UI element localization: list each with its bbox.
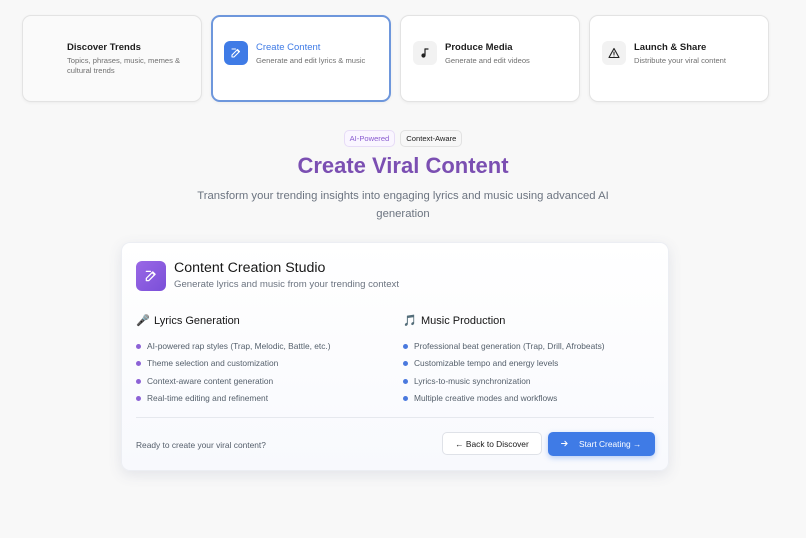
context-aware-badge: Context-Aware — [400, 130, 463, 147]
feature-text: Multiple creative modes and workflows — [414, 392, 558, 403]
app-root: Discover Trends Topics, phrases, music, … — [0, 0, 806, 538]
list-item: Theme selection and customization — [136, 355, 386, 372]
music-notes-icon: 🎵 — [403, 315, 417, 327]
step-produce-media[interactable]: Produce Media Generate and edit videos — [400, 15, 580, 102]
step-description: Generate and edit lyrics & music — [256, 56, 366, 65]
step-discover-trends[interactable]: Discover Trends Topics, phrases, music, … — [22, 15, 202, 102]
step-description: Distribute your viral content — [634, 56, 727, 65]
bullet-icon — [136, 344, 141, 350]
list-item: AI-powered rap styles (Trap, Melodic, Ba… — [136, 338, 386, 355]
list-item: Real-time editing and refinement — [136, 390, 386, 407]
section-title: Lyrics Generation — [154, 315, 240, 327]
feature-text: Professional beat generation (Trap, Dril… — [414, 341, 605, 351]
step-icon-placeholder — [35, 41, 59, 65]
studio-subtitle: Generate lyrics and music from your tren… — [174, 279, 400, 290]
workflow-steps: Discover Trends Topics, phrases, music, … — [22, 15, 769, 102]
bullet-icon — [136, 396, 141, 402]
step-title: Produce Media — [445, 42, 513, 53]
back-button-label: ← Back to Discover — [455, 438, 529, 449]
warning-triangle-icon — [602, 41, 626, 65]
arrow-right-icon — [560, 439, 569, 450]
feature-text: Context-aware content generation — [147, 375, 274, 386]
feature-text: Customizable tempo and energy levels — [414, 358, 559, 369]
bullet-icon — [403, 344, 408, 350]
bullet-icon — [403, 361, 408, 367]
ai-powered-badge: AI-Powered — [343, 130, 396, 147]
microphone-icon: 🎤 — [136, 315, 150, 327]
feature-text: Real-time editing and refinement — [147, 392, 269, 403]
step-title: Launch & Share — [634, 42, 707, 53]
step-create-content[interactable]: Create Content Generate and edit lyrics … — [211, 15, 391, 102]
music-note-icon — [413, 41, 437, 65]
divider — [136, 417, 654, 418]
list-item: Context-aware content generation — [136, 373, 386, 390]
feature-text: AI-powered rap styles (Trap, Melodic, Ba… — [147, 341, 331, 351]
step-title: Discover Trends — [67, 42, 141, 53]
bullet-icon — [136, 378, 141, 384]
edit-icon — [224, 41, 248, 65]
music-production-section: 🎵 Music Production Professional beat gen… — [403, 314, 653, 407]
ready-prompt-text: Ready to create your viral content? — [136, 440, 266, 450]
lyrics-generation-section: 🎤 Lyrics Generation AI-powered rap style… — [136, 314, 386, 407]
feature-text: Theme selection and customization — [147, 358, 279, 369]
page-title: Create Viral Content — [297, 153, 509, 178]
studio-title: Content Creation Studio — [174, 260, 326, 276]
bullet-icon — [136, 361, 141, 367]
list-item: Lyrics-to-music synchronization — [403, 373, 653, 390]
list-item: Customizable tempo and energy levels — [403, 355, 653, 372]
start-button-label: Start Creating → — [579, 439, 642, 449]
feature-text: Lyrics-to-music synchronization — [414, 375, 531, 386]
step-title: Create Content — [256, 42, 321, 53]
back-to-discover-button[interactable]: ← Back to Discover — [442, 432, 542, 455]
edit-icon — [136, 260, 166, 291]
step-description: Generate and edit videos — [445, 56, 530, 65]
bullet-icon — [403, 378, 408, 384]
bullet-icon — [403, 396, 408, 402]
page-subtitle: Transform your trending insights into en… — [197, 190, 609, 220]
content-creation-studio-card: Content Creation Studio Generate lyrics … — [121, 242, 669, 471]
studio-header: Content Creation Studio Generate lyrics … — [136, 260, 399, 291]
list-item: Professional beat generation (Trap, Dril… — [403, 338, 653, 355]
feature-badges: AI-Powered Context-Aware — [0, 130, 806, 147]
list-item: Multiple creative modes and workflows — [403, 390, 653, 407]
step-description: Topics, phrases, music, memes & cultural… — [67, 56, 181, 75]
section-title: Music Production — [421, 315, 506, 327]
step-launch-share[interactable]: Launch & Share Distribute your viral con… — [589, 15, 769, 102]
start-creating-button[interactable]: Start Creating → — [548, 432, 655, 456]
